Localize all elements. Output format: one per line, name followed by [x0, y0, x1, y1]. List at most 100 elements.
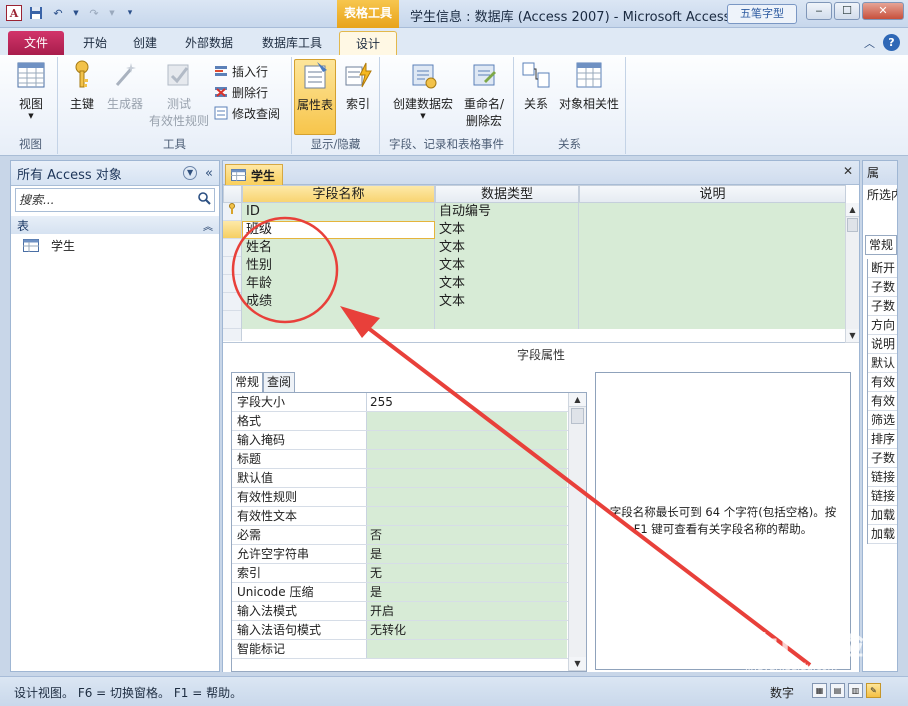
property-value[interactable]: [367, 488, 567, 506]
property-row[interactable]: 输入法语句模式 无转化: [232, 621, 586, 640]
field-name-cell[interactable]: [242, 311, 435, 329]
table-row[interactable]: 班级 文本: [242, 221, 846, 239]
nav-search-input[interactable]: [16, 193, 194, 207]
property-row[interactable]: 智能标记: [232, 640, 586, 659]
scroll-thumb[interactable]: [571, 408, 584, 424]
tab-lookup[interactable]: 查阅: [263, 372, 296, 392]
description-cell[interactable]: [579, 293, 846, 311]
indexes-button[interactable]: 索引: [340, 59, 376, 112]
property-value[interactable]: 无: [367, 564, 567, 582]
data-type-cell[interactable]: 文本: [435, 275, 579, 293]
property-value[interactable]: [367, 412, 567, 430]
design-view-icon[interactable]: ✎: [866, 683, 881, 698]
nav-pane-header[interactable]: 所有 Access 对象 ▼ «: [11, 161, 219, 186]
description-cell[interactable]: [579, 221, 846, 239]
data-type-cell[interactable]: 自动编号: [435, 203, 579, 221]
property-value[interactable]: 是: [367, 545, 567, 563]
tab-create[interactable]: 创建: [122, 31, 168, 55]
property-sheet-item[interactable]: 有效: [868, 373, 897, 392]
properties-vertical-scrollbar[interactable]: ▲ ▼: [568, 393, 586, 671]
property-sheet-item[interactable]: 排序: [868, 430, 897, 449]
description-cell[interactable]: [579, 239, 846, 257]
nav-category-tables[interactable]: 表 ︽: [11, 216, 219, 234]
row-selector[interactable]: [223, 239, 241, 257]
property-value[interactable]: 无转化: [367, 621, 567, 639]
data-type-cell[interactable]: 文本: [435, 239, 579, 257]
description-cell[interactable]: [579, 275, 846, 293]
save-icon[interactable]: [28, 5, 44, 21]
column-header-field-name[interactable]: 字段名称: [242, 185, 435, 203]
tab-general[interactable]: 常规: [231, 372, 264, 392]
minimize-ribbon-icon[interactable]: ︿: [864, 35, 875, 51]
datasheet-view-icon[interactable]: ▦: [812, 683, 827, 698]
shutter-bar-close-icon[interactable]: «: [205, 166, 213, 181]
property-value[interactable]: 255: [367, 393, 567, 411]
data-type-cell[interactable]: 文本: [435, 257, 579, 275]
redo-icon[interactable]: ↷: [86, 5, 102, 21]
relationships-button[interactable]: 关系: [518, 59, 554, 112]
primary-key-indicator-icon[interactable]: [223, 203, 241, 221]
property-value[interactable]: [367, 431, 567, 449]
property-value[interactable]: [367, 640, 567, 658]
primary-key-button[interactable]: 主键: [64, 59, 100, 112]
minimize-button[interactable]: ‒: [806, 2, 832, 20]
tab-database-tools[interactable]: 数据库工具: [252, 31, 332, 55]
property-value[interactable]: 开启: [367, 602, 567, 620]
field-name-cell[interactable]: 姓名: [242, 239, 435, 257]
property-row[interactable]: 格式: [232, 412, 586, 431]
description-cell[interactable]: [579, 257, 846, 275]
property-sheet-item[interactable]: 方向: [868, 316, 897, 335]
tab-external-data[interactable]: 外部数据: [175, 31, 243, 55]
nav-item-student-table[interactable]: 学生: [11, 234, 219, 256]
property-row[interactable]: 标题: [232, 450, 586, 469]
scroll-up-icon[interactable]: ▲: [846, 203, 859, 217]
data-type-cell[interactable]: 文本: [435, 293, 579, 311]
property-row[interactable]: 字段大小 255: [232, 393, 586, 412]
property-row[interactable]: 默认值: [232, 469, 586, 488]
builder-button[interactable]: 生成器: [102, 59, 148, 112]
field-name-cell[interactable]: 性别: [242, 257, 435, 275]
scroll-down-icon[interactable]: ▼: [846, 329, 859, 343]
column-header-data-type[interactable]: 数据类型: [435, 185, 579, 203]
delete-rows-button[interactable]: 删除行: [214, 82, 268, 102]
property-row[interactable]: 有效性文本: [232, 507, 586, 526]
tab-file[interactable]: 文件: [8, 31, 64, 55]
table-row-empty[interactable]: [242, 311, 846, 329]
property-row[interactable]: 有效性规则: [232, 488, 586, 507]
property-sheet-item[interactable]: 默认: [868, 354, 897, 373]
scroll-thumb[interactable]: [847, 218, 858, 232]
property-row[interactable]: 输入法模式 开启: [232, 602, 586, 621]
property-value[interactable]: 是: [367, 583, 567, 601]
scroll-down-icon[interactable]: ▼: [569, 657, 586, 671]
row-selector[interactable]: [223, 257, 241, 275]
scroll-up-icon[interactable]: ▲: [569, 393, 586, 407]
property-sheet-item[interactable]: 加载: [868, 506, 897, 525]
collapse-icon[interactable]: ︽: [203, 218, 213, 233]
property-sheet-item[interactable]: 子数: [868, 297, 897, 316]
close-icon[interactable]: ✕: [843, 164, 853, 178]
modify-lookups-button[interactable]: 修改查阅: [214, 103, 280, 123]
property-sheet-item[interactable]: 链接: [868, 487, 897, 506]
undo-icon[interactable]: ↶: [50, 5, 66, 21]
property-sheet-item[interactable]: 子数: [868, 278, 897, 297]
search-icon[interactable]: [194, 192, 214, 208]
property-row[interactable]: 允许空字符串是: [232, 545, 586, 564]
insert-rows-button[interactable]: 插入行: [214, 61, 268, 81]
test-validation-rules-button[interactable]: 测试 有效性规则: [146, 59, 212, 129]
property-row[interactable]: 必需否: [232, 526, 586, 545]
description-cell[interactable]: [579, 311, 846, 329]
property-value[interactable]: [367, 469, 567, 487]
tab-home[interactable]: 开始: [72, 31, 118, 55]
property-sheet-item[interactable]: 子数: [868, 449, 897, 468]
row-selector[interactable]: [223, 221, 241, 239]
object-dependencies-button[interactable]: 对象相关性: [556, 59, 622, 112]
close-button[interactable]: ✕: [862, 2, 904, 20]
property-value[interactable]: [367, 507, 567, 525]
property-sheet-tab-general[interactable]: 常规: [865, 235, 897, 255]
property-row[interactable]: Unicode 压缩是: [232, 583, 586, 602]
column-header-description[interactable]: 说明: [579, 185, 846, 203]
property-sheet-item[interactable]: 断开: [868, 259, 897, 278]
data-type-cell[interactable]: 文本: [435, 221, 579, 239]
grid-vertical-scrollbar[interactable]: ▲ ▼: [845, 203, 859, 343]
field-name-cell[interactable]: ID: [242, 203, 435, 221]
